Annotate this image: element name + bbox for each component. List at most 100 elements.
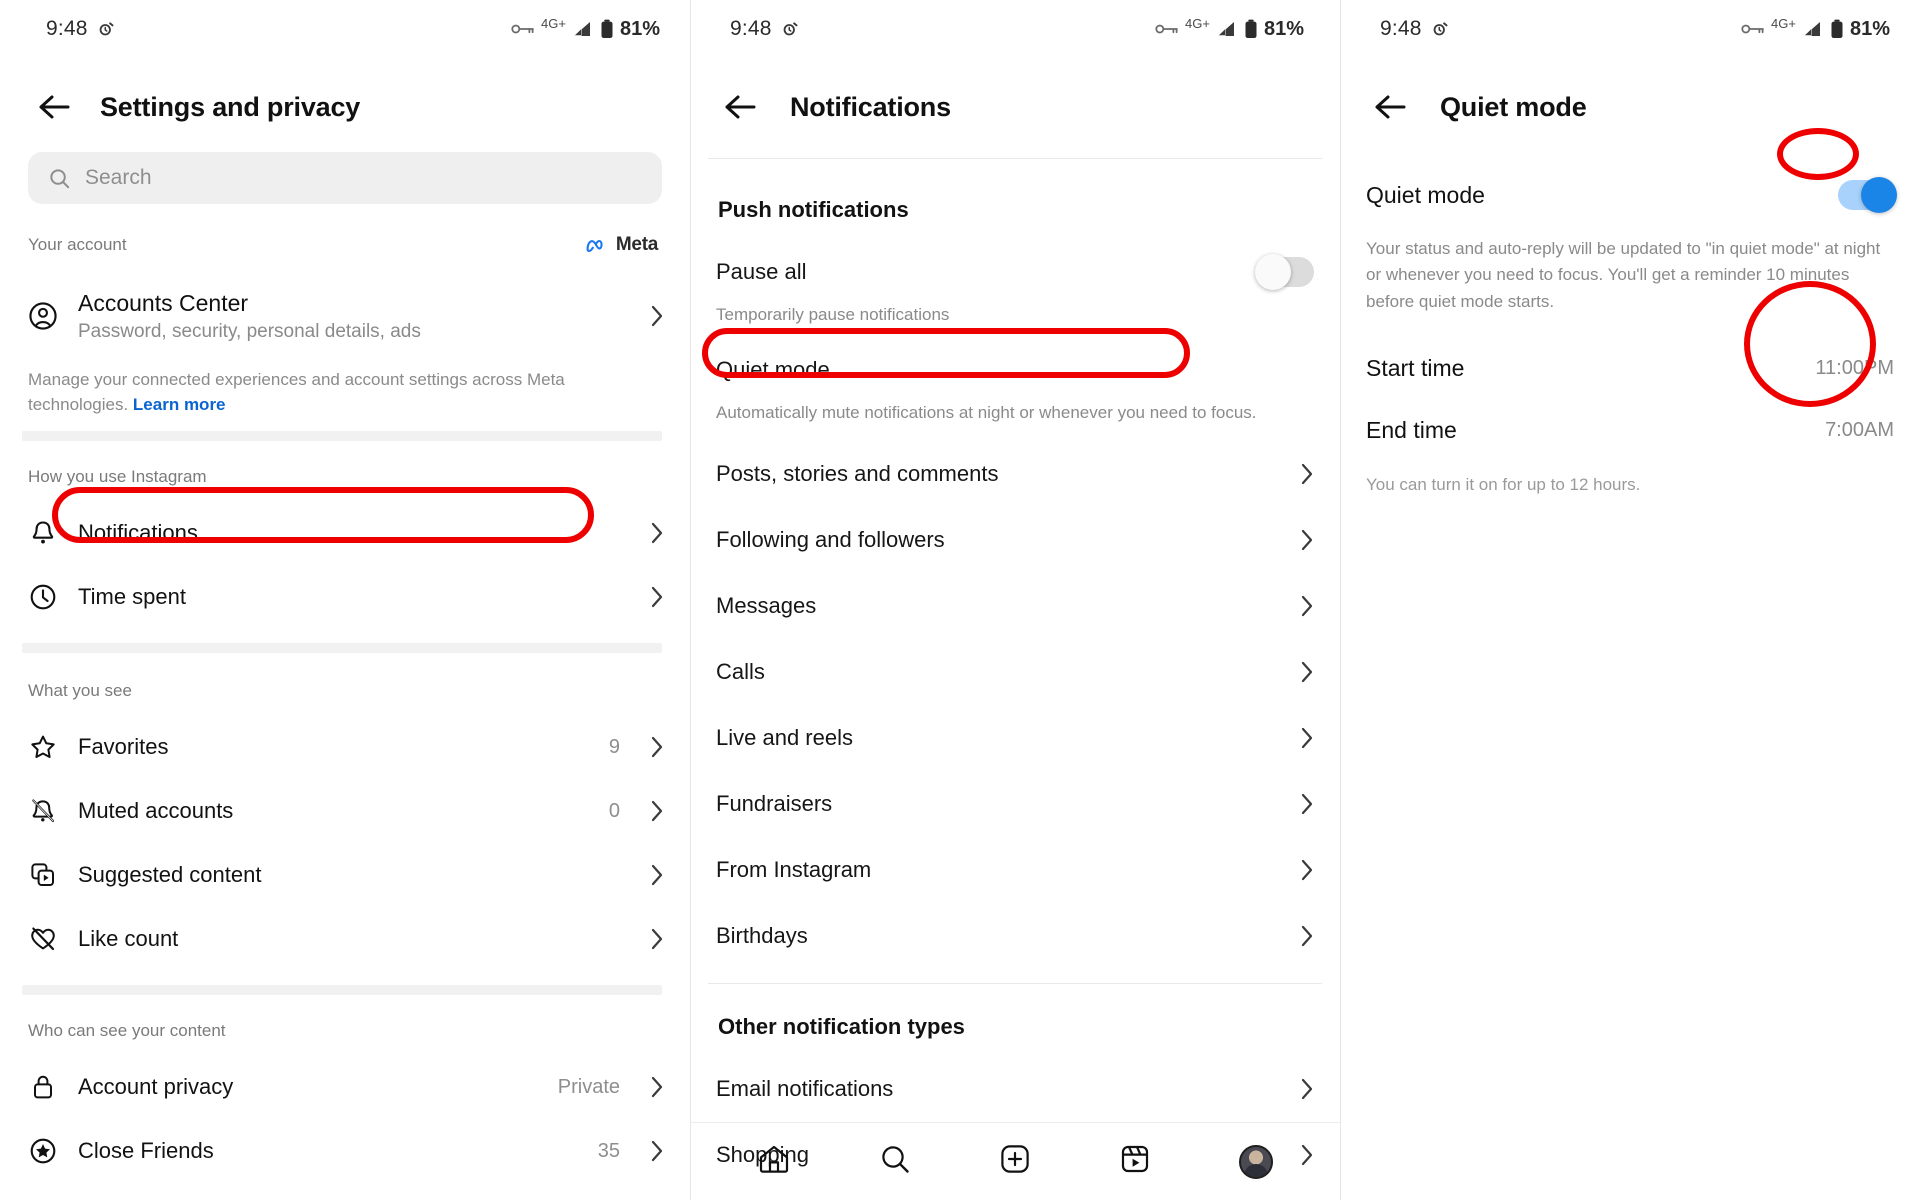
- panel-quiet-mode: 9:48 4G+ 81% Quiet mode Quiet mode Your …: [1340, 0, 1920, 1200]
- sidebar-item-favorites[interactable]: Favorites 9: [0, 715, 690, 779]
- vpn-key-icon: [1155, 24, 1178, 34]
- list-item-label: Email notifications: [716, 1076, 894, 1101]
- status-time: 9:48: [46, 17, 88, 40]
- list-item-label: Following and followers: [716, 527, 945, 552]
- list-item[interactable]: Birthdays: [690, 903, 1340, 969]
- chevron-right-icon: [1301, 925, 1313, 947]
- list-item[interactable]: Posts, stories and comments: [690, 441, 1340, 507]
- pause-all-subtext: Temporarily pause notifications: [716, 305, 950, 324]
- chevron-right-icon: [651, 523, 663, 544]
- list-item[interactable]: Calls: [690, 639, 1340, 705]
- sidebar-item-like-count[interactable]: Like count: [0, 907, 690, 971]
- sidebar-item-blocked[interactable]: Blocked 74: [0, 1183, 690, 1200]
- suggested-content-icon: [28, 861, 58, 889]
- quiet-mode-label: Quiet mode: [1366, 181, 1485, 208]
- start-time-row[interactable]: Start time 11:00PM: [1340, 337, 1920, 399]
- sidebar-item-muted-accounts[interactable]: Muted accounts 0: [0, 779, 690, 843]
- sidebar-item-notifications[interactable]: Notifications: [0, 501, 690, 565]
- header: Settings and privacy: [0, 70, 690, 144]
- status-bar: 9:48 4G+ 81%: [0, 0, 690, 58]
- list-item[interactable]: Email notifications: [690, 1056, 1340, 1122]
- sidebar-item-label: Time spent: [78, 584, 187, 610]
- back-arrow-icon: [39, 95, 70, 119]
- meta-note-text: Manage your connected experiences and ac…: [28, 370, 565, 414]
- back-button[interactable]: [26, 92, 82, 122]
- list-item-label: Fundraisers: [716, 791, 833, 816]
- accounts-center-row[interactable]: Accounts Center Password, security, pers…: [0, 274, 690, 358]
- chevron-right-icon: [1301, 529, 1313, 551]
- pause-all-label: Pause all: [716, 259, 807, 284]
- quiet-mode-footnote: You can turn it on for up to 12 hours.: [1366, 475, 1641, 495]
- chevron-right-icon: [1301, 1078, 1313, 1100]
- sidebar-item-time-spent[interactable]: Time spent: [0, 565, 690, 629]
- battery-percent: 81%: [1263, 17, 1304, 40]
- profile-avatar[interactable]: [1238, 1144, 1273, 1179]
- accounts-center-subtitle: Password, security, personal details, ad…: [78, 320, 421, 342]
- network-label: 4G+: [1185, 15, 1210, 31]
- list-item-label: Birthdays: [716, 923, 808, 948]
- sidebar-item-label: Close Friends: [78, 1138, 214, 1164]
- quiet-mode-label: Quiet mode: [716, 357, 830, 382]
- quiet-mode-toggle-row[interactable]: Quiet mode: [1340, 160, 1920, 230]
- home-icon[interactable]: [757, 1142, 791, 1181]
- sidebar-item-label: Like count: [78, 926, 179, 952]
- battery-icon: [1245, 19, 1257, 38]
- start-time-value: 11:00PM: [1815, 356, 1894, 379]
- learn-more-link[interactable]: Learn more: [133, 395, 226, 414]
- list-item[interactable]: Messages: [690, 573, 1340, 639]
- account-circle-icon: [28, 300, 58, 332]
- meta-logo-icon: [586, 239, 603, 253]
- clock-icon: [28, 583, 58, 611]
- panel-separator: [1340, 0, 1341, 1200]
- signal-bars-icon: [1217, 22, 1234, 36]
- add-post-icon[interactable]: [998, 1142, 1032, 1181]
- meta-label: Meta: [615, 234, 658, 255]
- list-item[interactable]: Fundraisers: [690, 771, 1340, 837]
- chevron-right-icon: [651, 305, 663, 327]
- start-time-label: Start time: [1366, 354, 1465, 381]
- list-item[interactable]: From Instagram: [690, 837, 1340, 903]
- list-item-label: Posts, stories and comments: [716, 461, 999, 486]
- vpn-key-icon: [1741, 24, 1764, 34]
- pause-all-toggle[interactable]: [1255, 254, 1314, 290]
- vpn-key-icon: [511, 24, 534, 34]
- end-time-label: End time: [1366, 416, 1457, 443]
- search-input[interactable]: Search: [28, 152, 662, 204]
- push-notifications-heading: Push notifications: [718, 197, 909, 222]
- status-time: 9:48: [1380, 17, 1422, 40]
- sidebar-item-label: Favorites: [78, 734, 169, 760]
- alarm-icon: [783, 22, 798, 36]
- bottom-navigation-bar: [690, 1122, 1340, 1200]
- section-label-how-you-use: How you use Instagram: [28, 467, 207, 487]
- list-item-label: Calls: [716, 659, 765, 684]
- end-time-row[interactable]: End time 7:00AM: [1340, 399, 1920, 461]
- sidebar-item-label: Muted accounts: [78, 798, 234, 824]
- sidebar-item-suggested-content[interactable]: Suggested content: [0, 843, 690, 907]
- bell-off-icon: [28, 797, 58, 825]
- back-button[interactable]: [712, 92, 768, 122]
- quiet-mode-toggle[interactable]: [1838, 177, 1897, 213]
- back-button[interactable]: [1362, 92, 1418, 122]
- list-item-label: From Instagram: [716, 857, 872, 882]
- network-label: 4G+: [541, 15, 566, 31]
- your-account-section-head: Your account Meta: [0, 204, 690, 256]
- list-item[interactable]: Live and reels: [690, 705, 1340, 771]
- battery-icon: [601, 19, 613, 38]
- signal-bars-icon: [1803, 22, 1820, 36]
- list-item[interactable]: Following and followers: [690, 507, 1340, 573]
- chevron-right-icon: [1301, 793, 1313, 815]
- battery-icon: [1831, 19, 1843, 38]
- notifications-list: Pause all Temporarily pause notification…: [690, 239, 1340, 1188]
- chevron-right-icon: [651, 1077, 663, 1098]
- pause-all-row[interactable]: Pause all: [690, 239, 1340, 305]
- search-icon[interactable]: [878, 1142, 912, 1181]
- network-label: 4G+: [1771, 15, 1796, 31]
- quiet-mode-row[interactable]: Quiet mode: [690, 337, 1340, 403]
- sidebar-item-label: Suggested content: [78, 862, 262, 888]
- sidebar-item-account-privacy[interactable]: Account privacy Private: [0, 1055, 690, 1119]
- sidebar-item-close-friends[interactable]: Close Friends 35: [0, 1119, 690, 1183]
- reels-icon[interactable]: [1118, 1142, 1152, 1181]
- star-icon: [28, 733, 58, 761]
- page-title: Settings and privacy: [100, 91, 361, 122]
- lock-icon: [28, 1073, 58, 1101]
